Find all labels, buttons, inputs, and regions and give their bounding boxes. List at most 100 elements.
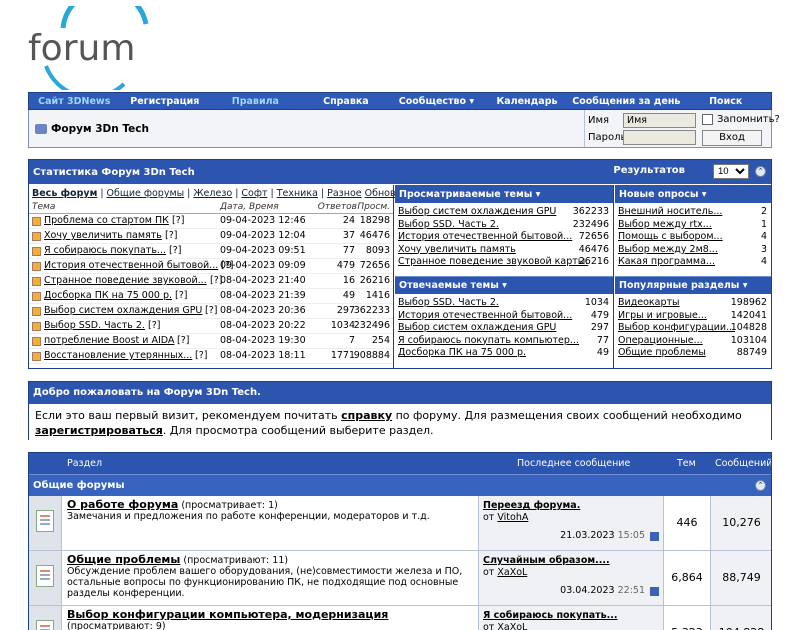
nav-todays-posts-link[interactable]: Сообщения за день — [572, 96, 680, 107]
stat-item-link[interactable]: Выбор между rtx... — [618, 219, 712, 230]
topic-replies: 7 — [348, 335, 355, 346]
topic-link[interactable]: Досборка ПК на 75 000 р. — [44, 290, 172, 301]
stat-item-link[interactable]: Операционные... — [618, 335, 703, 346]
topic-link[interactable]: Хочу увеличить память — [44, 230, 162, 241]
stat-item-link[interactable]: Досборка ПК на 75 000 р. — [398, 347, 526, 358]
category-title[interactable]: Общие форумы — [33, 480, 125, 491]
topic-replies: 297 — [336, 305, 355, 316]
topic-date: 08-04-2023 18:11 — [220, 350, 306, 361]
nav-community-menu[interactable]: Сообщество ▾ — [391, 96, 482, 107]
login-button[interactable]: Вход — [702, 130, 762, 146]
tab-tech[interactable]: Техника — [277, 188, 318, 199]
stat-item-link[interactable]: Хочу увеличить память — [398, 244, 516, 255]
topic-link[interactable]: Выбор SSD. Часть 2. — [44, 320, 145, 331]
tab-software[interactable]: Софт — [241, 188, 267, 199]
welcome-title: Добро пожаловать на Форум 3Dn Tech. — [29, 382, 771, 404]
last-post-date: 21.03.2023 — [560, 530, 615, 541]
topic-link[interactable]: потребление Boost и AIDA — [44, 335, 174, 346]
stat-item-link[interactable]: Я собираюсь покупать компьютер... — [398, 335, 579, 346]
topic-preview-link[interactable]: [?] — [175, 290, 187, 301]
category-general-forums[interactable]: Общие форумы ⌃ — [29, 474, 771, 496]
nav-calendar-link[interactable]: Календарь — [482, 96, 573, 107]
go-to-last-post-icon[interactable] — [650, 587, 659, 596]
stat-item-link[interactable]: Выбор SSD. Часть 2. — [398, 219, 499, 230]
stat-item-link[interactable]: Помощь с выбором... — [618, 231, 723, 242]
tab-general-forums[interactable]: Общие форумы — [107, 188, 185, 199]
topic-link[interactable]: Странное поведение звуковой... — [44, 275, 207, 286]
stat-item-link[interactable]: История отечественной бытовой... — [398, 231, 572, 242]
topic-link[interactable]: Выбор систем охлаждения GPU — [44, 305, 202, 316]
topic-preview-link[interactable]: [?] — [172, 215, 184, 226]
new-polls-header[interactable]: Новые опросы ▾ — [615, 185, 771, 203]
topic-preview-link[interactable]: [?] — [148, 320, 160, 331]
login-bar: Форум 3Dn Tech Имя Пароль Запомнить? Вхо… — [28, 110, 780, 148]
topic-row: Выбор SSD. Часть 2. 08-04-2023 20:22 103… — [29, 319, 393, 334]
topic-preview-link[interactable]: [?] — [177, 335, 189, 346]
stat-list-item: Выбор SSD. Часть 2. 232496 — [395, 219, 613, 232]
topic-preview-link[interactable]: [?] — [165, 230, 177, 241]
topic-link[interactable]: Восстановление утерянных... — [44, 350, 192, 361]
last-post-user[interactable]: XaXoL — [497, 622, 527, 630]
topic-status-icon — [32, 262, 41, 271]
stat-item-count: 3 — [760, 243, 767, 255]
topic-link[interactable]: Я собираюсь покупать... — [44, 245, 166, 256]
collapse-category-icon[interactable]: ⌃ — [755, 480, 766, 491]
forum-title[interactable]: Форум 3Dn Tech — [51, 123, 149, 135]
welcome-text-part: Если это ваш первый визит, рекомендуем п… — [35, 409, 342, 422]
topic-preview-link[interactable]: [?] — [205, 305, 217, 316]
stat-list-item: История отечественной бытовой... 479 — [395, 310, 613, 323]
stat-list-item: Общие проблемы 88749 — [615, 347, 771, 360]
forum-logo[interactable]: forum — [28, 6, 158, 90]
tab-misc[interactable]: Разное — [327, 188, 361, 199]
stat-item-link[interactable]: Выбор систем охлаждения GPU — [398, 206, 556, 217]
last-post-title[interactable]: Случайным образом.... — [483, 555, 659, 567]
go-to-last-post-icon[interactable] — [650, 532, 659, 541]
latest-topics-panel: Весь форум | Общие форумы | Железо | Софт | … — [29, 185, 413, 368]
stat-item-link[interactable]: Какая программа... — [618, 256, 715, 267]
stat-item-link[interactable]: Внешний носитель... — [618, 206, 722, 217]
stat-item-link[interactable]: Видеокарты — [618, 297, 680, 308]
stat-item-link[interactable]: История отечественной бытовой... — [398, 310, 572, 321]
tab-all-forums[interactable]: Весь форум — [32, 188, 97, 199]
stat-item-link[interactable]: Странное поведение звуковой карты. — [398, 256, 588, 267]
results-select[interactable]: 10 — [713, 164, 749, 179]
stat-item-link[interactable]: Выбор систем охлаждения GPU — [398, 322, 556, 333]
nav-help-link[interactable]: Справка — [301, 96, 392, 107]
forum-title-link[interactable]: Общие проблемы — [67, 553, 180, 566]
last-post-user[interactable]: XaXoL — [497, 567, 527, 578]
topic-link[interactable]: История отечественной бытовой... — [44, 260, 218, 271]
forum-title-link[interactable]: О работе форума — [67, 498, 178, 511]
replied-topics-header[interactable]: Отвечаемые темы ▾ — [395, 276, 613, 294]
stat-item-link[interactable]: Общие проблемы — [618, 347, 706, 358]
welcome-text: Если это ваш первый визит, рекомендуем п… — [29, 404, 771, 442]
last-post-user[interactable]: VitohA — [497, 512, 528, 523]
username-input[interactable] — [623, 113, 696, 128]
forum-description: Обсуждение проблем вашего оборудования, … — [67, 566, 463, 599]
collapse-icon[interactable]: ⌃ — [755, 166, 766, 177]
remember-checkbox[interactable] — [702, 114, 713, 125]
nav-register-link[interactable]: Регистрация — [120, 96, 211, 107]
stat-item-link[interactable]: Выбор конфигурации... — [618, 322, 735, 333]
topic-preview-link[interactable]: [?] — [195, 350, 207, 361]
tab-hardware[interactable]: Железо — [193, 188, 232, 199]
password-input[interactable] — [623, 130, 696, 145]
last-post-title[interactable]: Я собираюсь покупать... — [483, 610, 659, 622]
nav-search-link[interactable]: Поиск — [680, 96, 771, 107]
stat-item-link[interactable]: Выбор SSD. Часть 2. — [398, 297, 499, 308]
register-link[interactable]: зарегистрироваться — [35, 424, 163, 437]
forum-home-icon[interactable] — [35, 123, 47, 134]
nav-site-link[interactable]: Сайт 3DNews — [29, 96, 120, 107]
viewed-topics-header[interactable]: Просматриваемые темы ▾ — [395, 185, 613, 203]
topic-preview-link[interactable]: [?] — [169, 245, 181, 256]
stat-item-link[interactable]: Игры и игровые... — [618, 310, 707, 321]
topic-preview-link[interactable]: [?] — [221, 260, 233, 271]
popular-sections-header[interactable]: Популярные разделы ▾ — [615, 276, 771, 294]
stat-list-item: Какая программа... 4 — [615, 256, 771, 269]
last-post-title[interactable]: Переезд форума. — [483, 500, 659, 512]
nav-rules-link[interactable]: Правила — [210, 96, 301, 107]
topic-preview-link[interactable]: [?] — [210, 275, 222, 286]
forum-title-link[interactable]: Выбор конфигурации компьютера, модерниза… — [67, 608, 388, 621]
stat-item-link[interactable]: Выбор между 2м8... — [618, 244, 718, 255]
topic-link[interactable]: Проблема со стартом ПК — [44, 215, 169, 226]
help-link[interactable]: справку — [341, 409, 392, 422]
